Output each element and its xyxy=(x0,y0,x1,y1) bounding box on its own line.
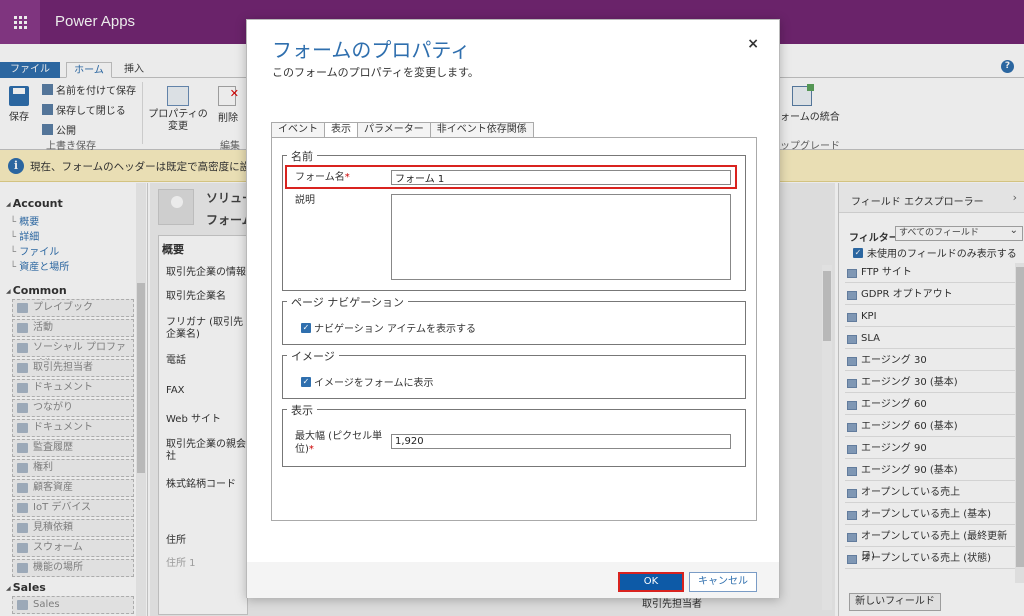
page-navigation-legend: ページ ナビゲーション xyxy=(287,294,409,310)
description-textarea[interactable] xyxy=(391,194,731,280)
tab-parameters[interactable]: パラメーター xyxy=(358,122,431,138)
required-marker: * xyxy=(344,172,350,183)
page-navigation-fieldset: ページ ナビゲーション ✓ ナビゲーション アイテムを表示する xyxy=(282,294,746,345)
name-fieldset: 名前 フォーム名* 説明 xyxy=(282,148,746,291)
description-label: 説明 xyxy=(295,195,315,206)
tab-events[interactable]: イベント xyxy=(271,122,325,138)
dialog-tab-panel: 名前 フォーム名* 説明 ページ ナビゲーション ✓ナビゲーション アイテムを表… xyxy=(271,137,757,521)
cancel-button[interactable]: キャンセル xyxy=(689,572,757,592)
form-name-label: フォーム名* xyxy=(295,172,350,183)
display-fieldset: 表示 最大幅 (ピクセル単 位)* xyxy=(282,402,746,467)
dialog-subtitle: このフォームのプロパティを変更します。 xyxy=(272,66,479,79)
form-name-input[interactable] xyxy=(391,170,731,185)
form-properties-dialog: フォームのプロパティ このフォームのプロパティを変更します。 × イベント 表示… xyxy=(246,19,780,598)
dialog-tabs: イベント 表示 パラメーター 非イベント依存関係 xyxy=(271,122,534,138)
ok-button[interactable]: OK xyxy=(618,572,684,592)
checkbox-checked-icon: ✓ xyxy=(301,322,311,333)
image-legend: イメージ xyxy=(287,348,339,364)
close-icon[interactable]: × xyxy=(747,36,759,52)
name-legend: 名前 xyxy=(287,148,317,164)
tab-display[interactable]: 表示 xyxy=(325,122,358,138)
max-width-label: 最大幅 (ピクセル単 位)* xyxy=(295,431,383,455)
display-legend: 表示 xyxy=(287,402,317,418)
tab-non-event-dependencies[interactable]: 非イベント依存関係 xyxy=(430,122,534,138)
show-navigation-checkbox[interactable]: ✓ ナビゲーション アイテムを表示する xyxy=(301,320,476,335)
max-width-input[interactable] xyxy=(391,434,731,449)
dialog-title: フォームのプロパティ xyxy=(272,40,471,62)
show-image-checkbox[interactable]: ✓ イメージをフォームに表示 xyxy=(301,374,434,389)
image-fieldset: イメージ ✓ イメージをフォームに表示 xyxy=(282,348,746,399)
checkbox-checked-icon: ✓ xyxy=(301,376,311,387)
required-marker: * xyxy=(308,444,314,455)
